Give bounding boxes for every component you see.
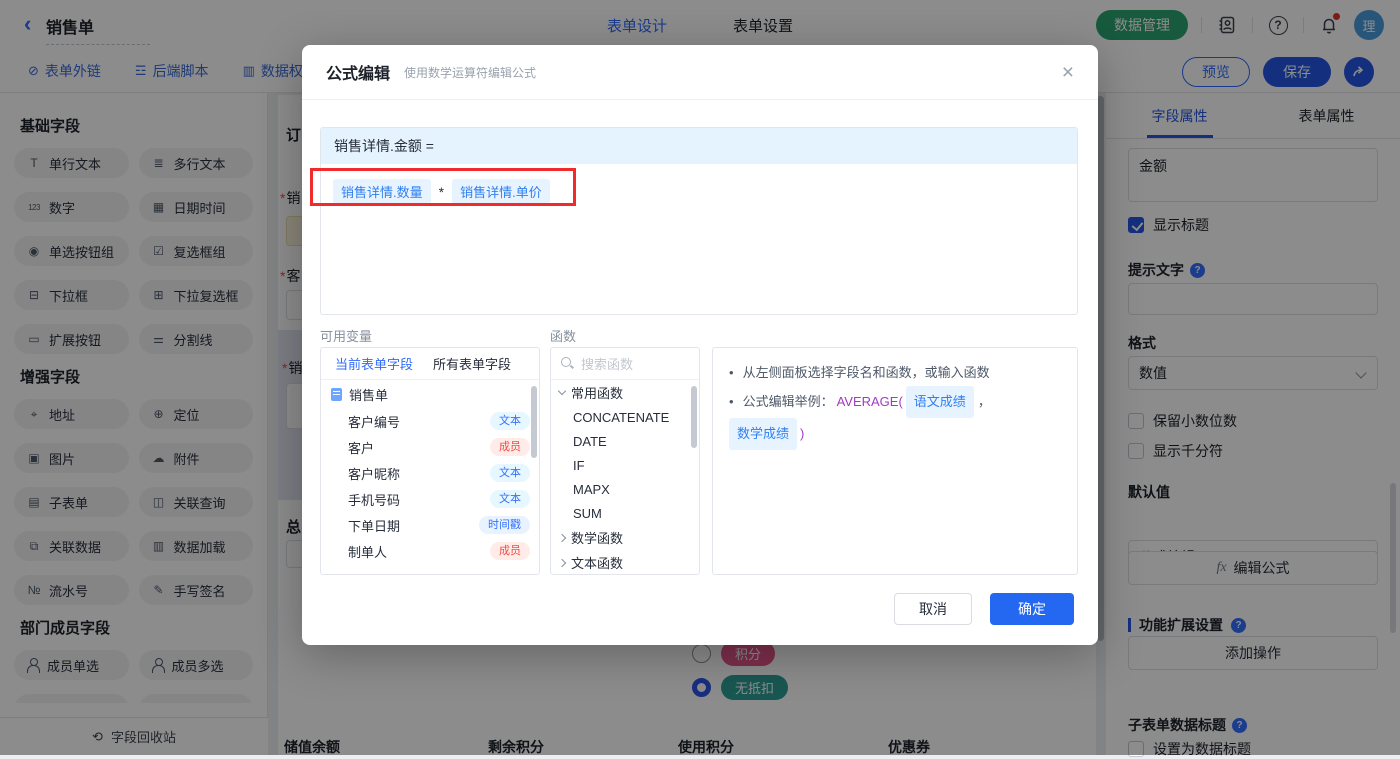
formula-operator: * [438,183,445,200]
modal-subtitle: 使用数学运算符编辑公式 [404,65,537,80]
function-close-text: ) [800,426,805,441]
bullet-icon: • [729,365,734,380]
variables-scrollbar[interactable] [531,386,537,458]
variable-item[interactable]: 下单日期 时间戳 [321,512,539,538]
variable-item[interactable]: 客户编号 文本 [321,408,539,434]
type-badge: 成员 [490,438,530,456]
function-item[interactable]: DATE [551,429,699,453]
close-icon[interactable]: × [1062,62,1074,83]
confirm-button[interactable]: 确定 [990,593,1074,625]
type-badge: 文本 [490,412,530,430]
variable-item[interactable]: 手机号码 文本 [321,486,539,512]
variable-tree-root[interactable]: 销售单 [321,380,539,408]
form-doc-icon [331,387,342,401]
variable-item[interactable]: 客户昵称 文本 [321,460,539,486]
search-icon [561,357,574,370]
function-item[interactable]: IF [551,453,699,477]
function-name-text: AVERAGE( [836,394,903,409]
tip-line-1: • 从左侧面板选择字段名和函数，或输入函数 [729,360,1061,386]
functions-label: 函数 [550,329,577,344]
function-group-common[interactable]: 常用函数 [551,380,699,405]
tab-current-form-fields[interactable]: 当前表单字段 [335,354,413,373]
type-badge: 成员 [490,542,530,560]
variable-item[interactable]: 制单人 成员 [321,538,539,564]
example-chip: 语文成绩 [905,386,974,418]
search-placeholder: 搜索函数 [581,357,634,372]
tip-line-2: • 公式编辑举例： AVERAGE( 语文成绩 ， 数学成绩 ) [729,386,1061,450]
formula-token-quantity[interactable]: 销售详情.数量 [333,179,431,204]
type-badge: 时间戳 [479,516,530,534]
variables-label: 可用变量 [320,329,373,344]
type-badge: 文本 [490,464,530,482]
functions-scrollbar[interactable] [691,386,697,448]
function-group-math[interactable]: 数学函数 [551,525,699,550]
formula-edit-modal: 公式编辑 使用数学运算符编辑公式 × 销售详情.金额 = 销售详情.数量 * 销… [302,45,1098,645]
bullet-icon: • [729,394,734,409]
formula-token-price[interactable]: 销售详情.单价 [452,179,550,204]
chevron-right-icon [557,558,567,567]
function-item[interactable]: CONCATENATE [551,405,699,429]
chevron-right-icon [557,533,567,542]
functions-panel: 搜索函数 常用函数 CONCATENATE DATE IF MAPX SUM 数… [550,347,700,575]
variable-item[interactable]: 客户 成员 [321,434,539,460]
function-item[interactable]: SUM [551,501,699,525]
function-group-text[interactable]: 文本函数 [551,550,699,574]
function-item[interactable]: MAPX [551,477,699,501]
chevron-down-icon [557,386,567,396]
cancel-button[interactable]: 取消 [894,593,972,625]
formula-editor[interactable]: 销售详情.金额 = 销售详情.数量 * 销售详情.单价 [320,127,1078,315]
function-search-input[interactable]: 搜索函数 [551,348,699,380]
type-badge: 文本 [490,490,530,508]
example-chip: 数学成绩 [729,418,798,450]
modal-title: 公式编辑 [326,66,391,83]
variables-panel: 当前表单字段 所有表单字段 销售单 客户编号 文本 客户 成员 客户昵称 文本 手机号… [320,347,540,575]
tab-all-form-fields[interactable]: 所有表单字段 [433,354,511,373]
tips-panel: • 从左侧面板选择字段名和函数，或输入函数 • 公式编辑举例： AVERAGE(… [712,347,1078,575]
formula-target: 销售详情.金额 = [321,128,1077,164]
